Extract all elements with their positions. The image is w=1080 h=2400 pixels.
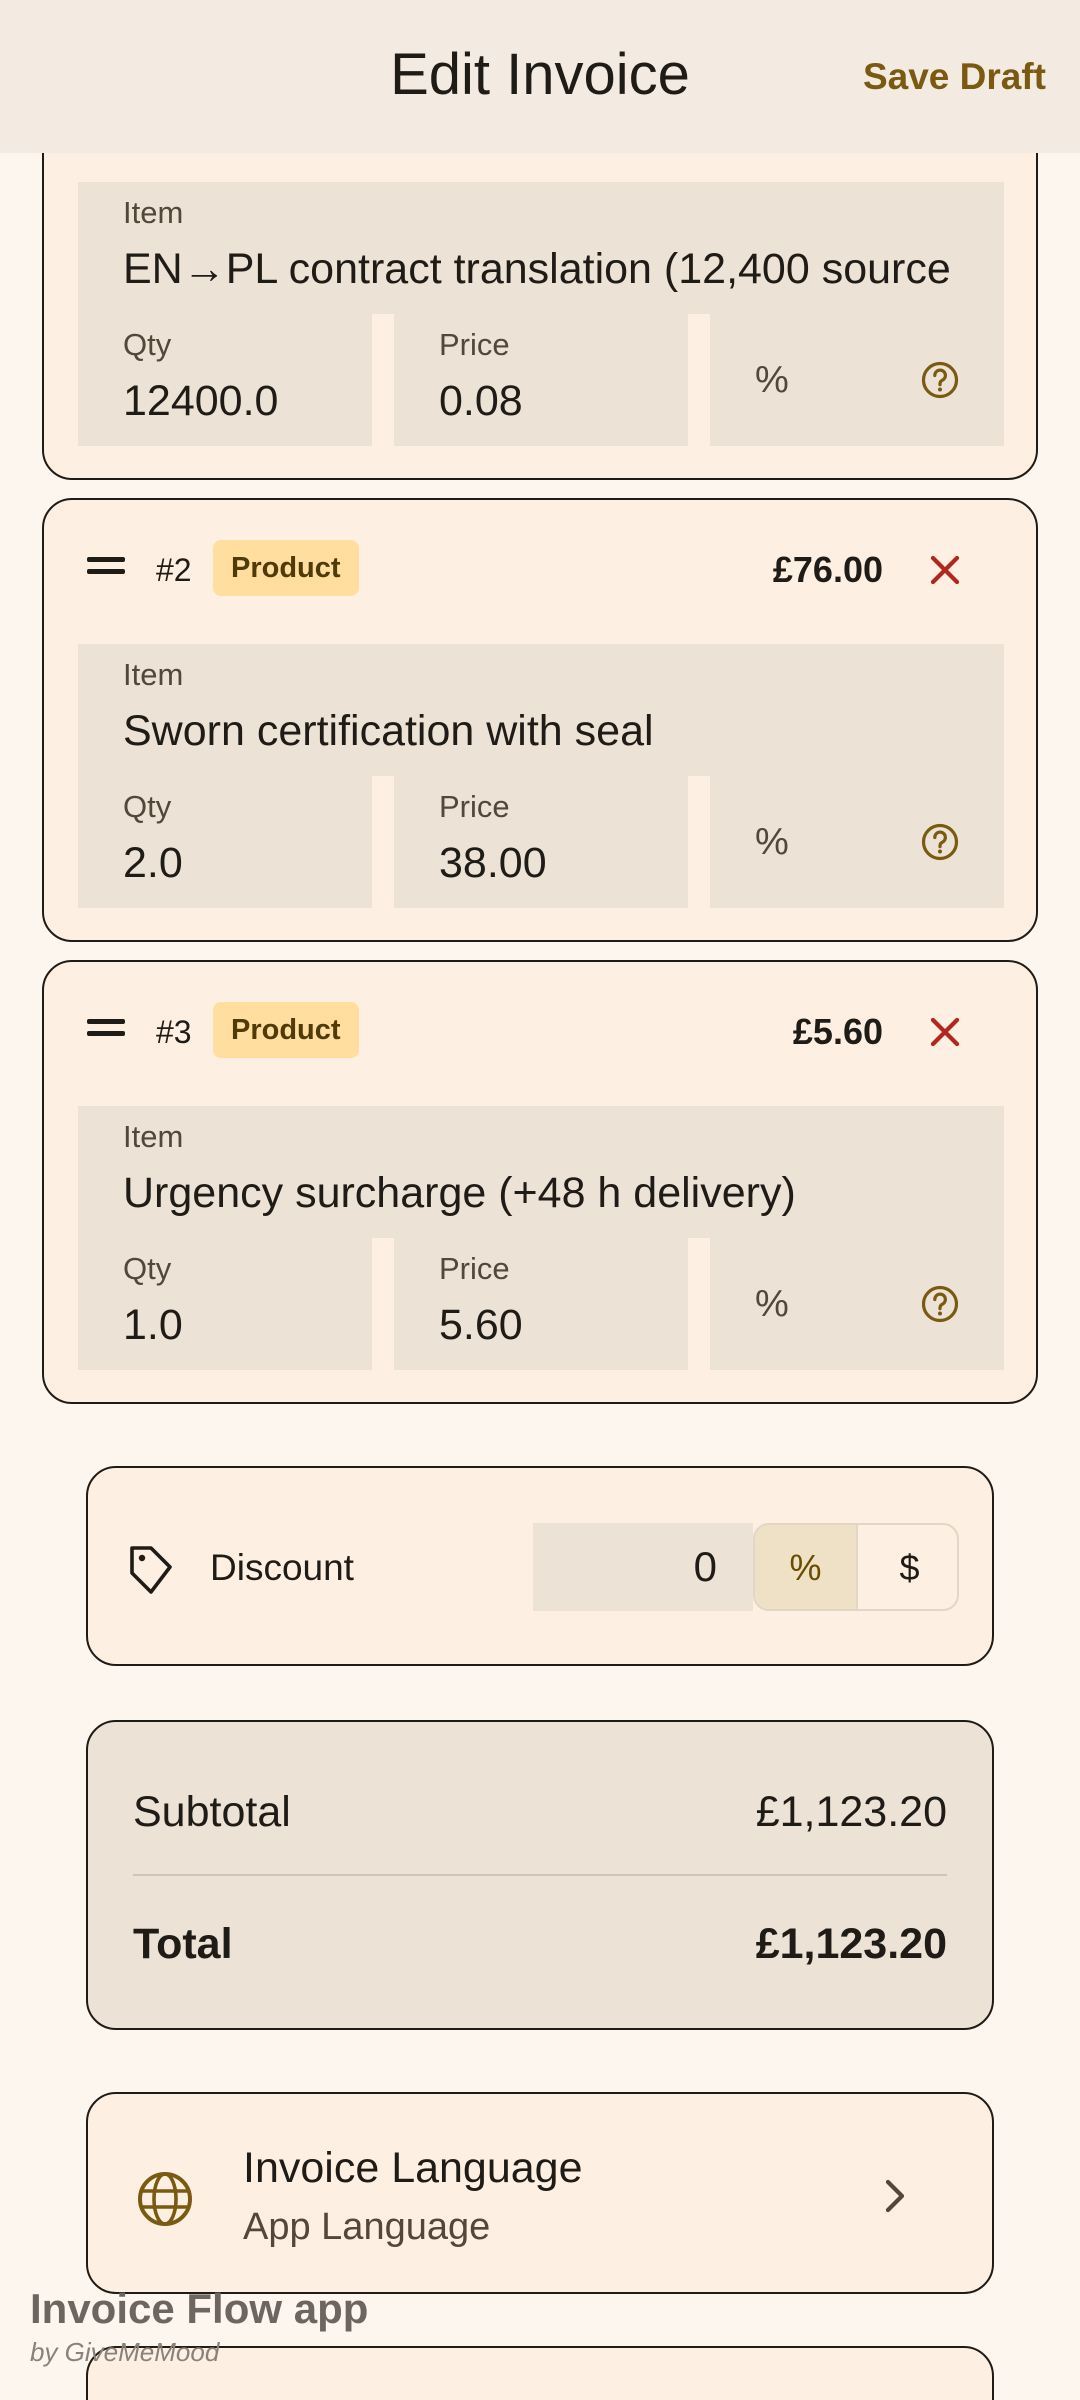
qty-field-label: Qty [123,1251,172,1286]
item-field-label: Item [123,195,184,230]
item-type-badge: Product [213,540,359,596]
item-field[interactable]: Item EN→PL contract translation (12,400 … [78,182,1004,314]
qty-field[interactable]: Qty 2.0 [78,776,372,908]
qty-field-label: Qty [123,789,172,824]
price-field-value: 38.00 [439,839,547,887]
item-type-badge: Product [213,1002,359,1058]
totals-divider [133,1874,947,1876]
drag-handle-icon[interactable] [87,557,125,575]
price-field-value: 5.60 [439,1301,523,1349]
subtotal-value: £1,123.20 [755,1788,947,1836]
chevron-right-icon [885,2179,905,2213]
next-section-card [86,2346,994,2400]
line-item-number: #3 [156,1014,192,1050]
close-icon[interactable] [925,550,965,590]
save-draft-button[interactable]: Save Draft [863,54,1046,100]
watermark-author: by GiveMeMood [30,2337,220,2367]
invoice-language-row[interactable]: Invoice Language App Language [86,2092,994,2294]
total-value: £1,123.20 [755,1920,947,1968]
app-bar: Edit Invoice Save Draft [0,0,1080,153]
total-label: Total [133,1920,233,1968]
invoice-language-value: App Language [243,2206,491,2248]
discount-input[interactable]: 0 [533,1523,753,1611]
discount-percent-option[interactable]: % [755,1525,858,1609]
qty-field[interactable]: Qty 12400.0 [78,314,372,446]
qty-field-value: 2.0 [123,839,183,887]
item-field-value: Urgency surcharge (+48 h delivery) [123,1169,796,1217]
percent-label: % [755,1283,789,1325]
tax-percent-field[interactable]: % [710,776,1004,908]
subtotal-row: Subtotal £1,123.20 [133,1786,947,1838]
close-icon[interactable] [925,1012,965,1052]
line-item-header: #2 Product £76.00 [44,500,1036,640]
price-field[interactable]: Price 5.60 [394,1238,688,1370]
discount-fixed-option[interactable]: $ [858,1525,957,1609]
item-field[interactable]: Item Urgency surcharge (+48 h delivery) [78,1106,1004,1238]
qty-field-value: 1.0 [123,1301,183,1349]
item-field-label: Item [123,657,184,692]
line-item-header: #3 Product £5.60 [44,962,1036,1102]
tax-percent-field[interactable]: % [710,1238,1004,1370]
drag-handle-icon[interactable] [87,1019,125,1037]
item-field-value: Sworn certification with seal [123,707,654,755]
qty-field-label: Qty [123,327,172,362]
price-field-label: Price [439,327,510,362]
line-item-number: #2 [156,552,192,588]
discount-label: Discount [210,1547,354,1588]
price-field-label: Price [439,789,510,824]
line-item-card-3: #3 Product £5.60 Item Urgency surcharge … [42,960,1038,1404]
totals-card: Subtotal £1,123.20 Total £1,123.20 [86,1720,994,2030]
line-item-amount: £5.60 [792,1011,883,1052]
qty-field-value: 12400.0 [123,377,279,425]
tag-icon [130,1546,172,1594]
tax-percent-field[interactable]: % [710,314,1004,446]
globe-icon [138,2172,192,2226]
qty-field[interactable]: Qty 1.0 [78,1238,372,1370]
subtotal-label: Subtotal [133,1788,291,1836]
item-field[interactable]: Item Sworn certification with seal [78,644,1004,776]
edit-invoice-screen: Item EN→PL contract translation (12,400 … [0,0,1080,2400]
price-field[interactable]: Price 38.00 [394,776,688,908]
invoice-language-title: Invoice Language [243,2144,583,2192]
price-field[interactable]: Price 0.08 [394,314,688,446]
total-row: Total £1,123.20 [133,1918,947,1970]
item-field-label: Item [123,1119,184,1154]
price-field-value: 0.08 [439,377,523,425]
item-field-value: EN→PL contract translation (12,400 sourc… [123,245,962,293]
help-circle-icon[interactable] [920,1284,960,1324]
line-item-card-1: Item EN→PL contract translation (12,400 … [42,100,1038,480]
percent-label: % [755,359,789,401]
discount-card: Discount 0 % $ [86,1466,994,1666]
percent-label: % [755,821,789,863]
line-item-card-2: #2 Product £76.00 Item Sworn certificati… [42,498,1038,942]
line-item-amount: £76.00 [772,549,883,590]
discount-type-toggle: % $ [753,1523,959,1611]
price-field-label: Price [439,1251,510,1286]
help-circle-icon[interactable] [920,822,960,862]
help-circle-icon[interactable] [920,360,960,400]
watermark-app-name: Invoice Flow app [30,2285,369,2332]
